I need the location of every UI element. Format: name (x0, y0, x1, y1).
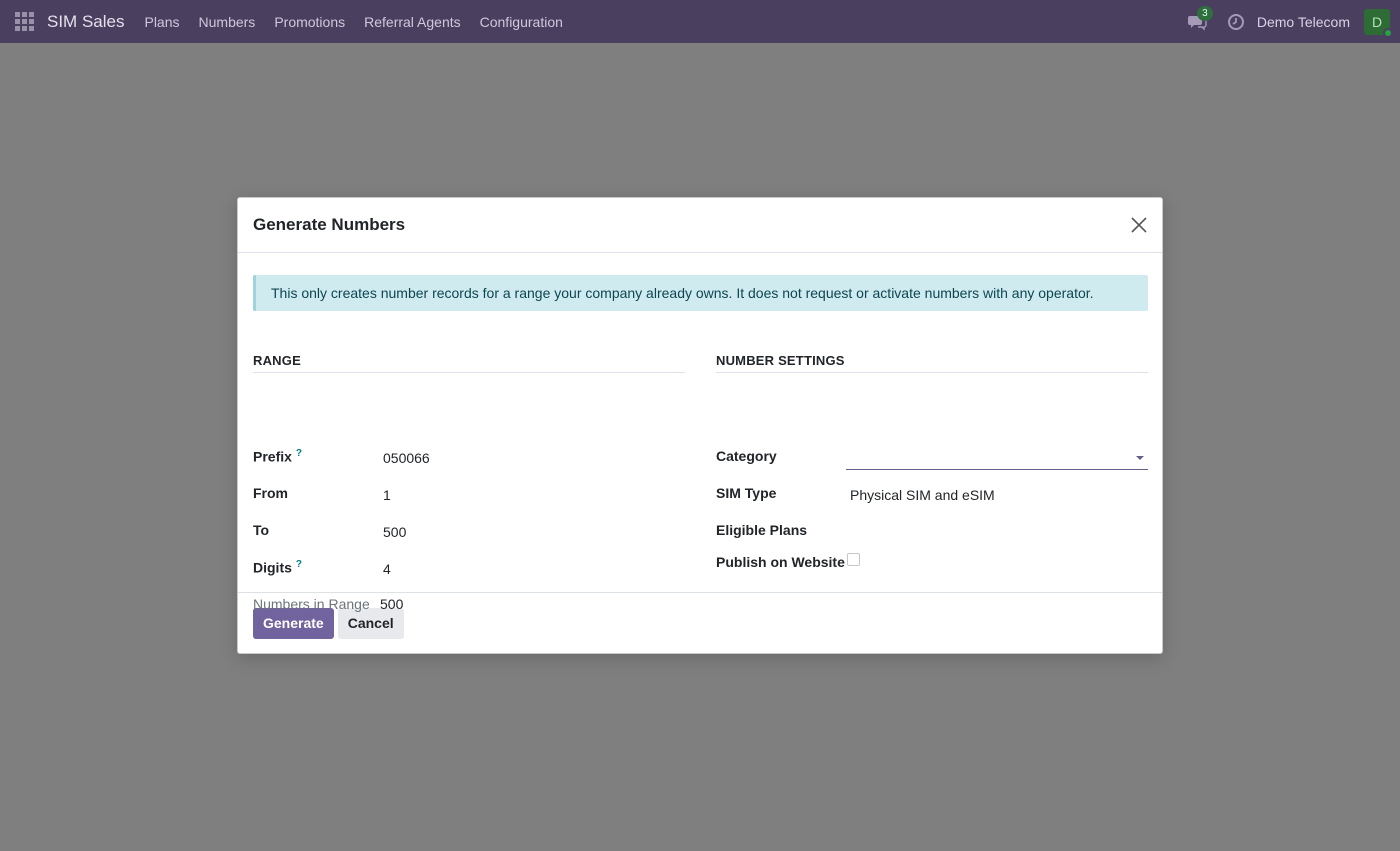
category-select[interactable] (846, 446, 1148, 470)
menu-item-promotions[interactable]: Promotions (274, 14, 345, 30)
digits-label-text: Digits (253, 559, 292, 576)
cancel-button[interactable]: Cancel (337, 607, 404, 639)
number-settings-section-heading: NUMBER SETTINGS (716, 353, 1148, 373)
digits-input[interactable]: 4 (383, 561, 391, 577)
prefix-label: Prefix? (253, 448, 302, 465)
company-switcher[interactable]: Demo Telecom (1257, 14, 1350, 30)
digits-help-icon[interactable]: ? (296, 559, 302, 570)
chat-icon[interactable]: 3 (1187, 5, 1213, 32)
info-alert-text: This only creates number records for a r… (271, 285, 1094, 301)
prefix-input[interactable]: 050066 (383, 450, 430, 466)
sim-type-value[interactable]: Physical SIM and eSIM (850, 487, 995, 503)
close-icon[interactable] (1129, 215, 1149, 235)
caret-down-icon (1136, 456, 1144, 460)
numbers-in-range-value: 500 (380, 596, 404, 612)
clock-icon[interactable] (1227, 13, 1245, 31)
numbers-in-range-label: Numbers in Range (253, 596, 370, 612)
avatar[interactable]: D (1364, 8, 1393, 38)
chat-count-badge: 3 (1196, 5, 1213, 21)
menu-item-referral-agents[interactable]: Referral Agents (364, 14, 461, 30)
apps-grid-icon[interactable] (15, 11, 35, 32)
publish-on-website-label: Publish on Website (716, 554, 845, 570)
from-input[interactable]: 1 (383, 487, 391, 503)
to-input[interactable]: 500 (383, 524, 406, 540)
prefix-help-icon[interactable]: ? (296, 448, 302, 459)
category-label: Category (716, 448, 777, 464)
generate-numbers-dialog: Generate Numbers This only creates numbe… (237, 197, 1163, 654)
menu-item-plans[interactable]: Plans (144, 14, 179, 30)
generate-button[interactable]: Generate (253, 607, 334, 639)
prefix-label-text: Prefix (253, 448, 292, 465)
top-navbar: SIM Sales Plans Numbers Promotions Refer… (0, 0, 1400, 43)
dialog-body: This only creates number records for a r… (238, 253, 1162, 612)
app-name[interactable]: SIM Sales (47, 12, 124, 32)
navbar-systray: 3 Demo Telecom D (1187, 0, 1393, 43)
info-alert: This only creates number records for a r… (253, 275, 1148, 311)
menu-item-configuration[interactable]: Configuration (480, 14, 563, 30)
from-label: From (253, 485, 288, 501)
dialog-header: Generate Numbers (238, 198, 1162, 253)
dialog-footer: Generate Cancel (238, 593, 1162, 653)
sim-type-label: SIM Type (716, 485, 777, 501)
dialog-title: Generate Numbers (253, 215, 406, 234)
range-section-heading: RANGE (253, 353, 685, 373)
menu-item-numbers[interactable]: Numbers (199, 14, 256, 30)
avatar-letter: D (1371, 13, 1383, 30)
online-status-dot (1383, 27, 1393, 38)
to-label: To (253, 522, 270, 538)
digits-label: Digits? (253, 559, 302, 576)
publish-on-website-checkbox[interactable] (847, 553, 860, 566)
eligible-plans-label: Eligible Plans (716, 522, 808, 538)
